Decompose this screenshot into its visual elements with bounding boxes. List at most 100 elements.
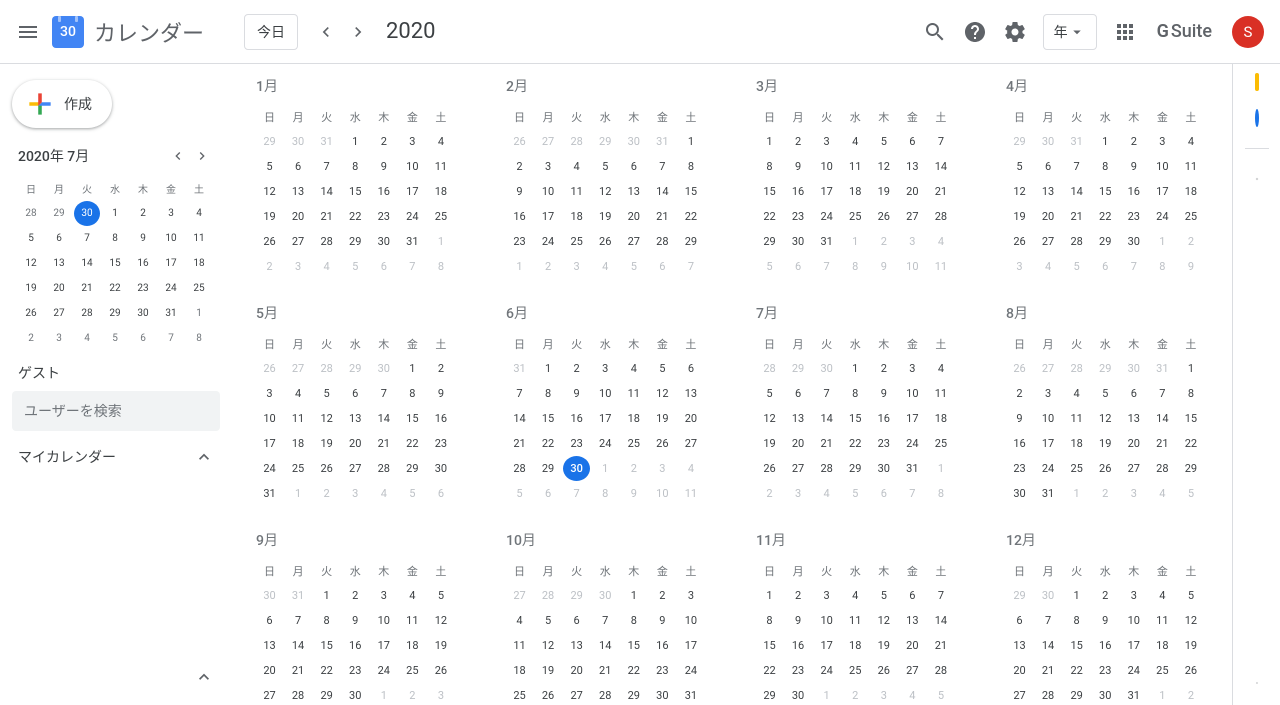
day-cell[interactable]: 15 [342,179,369,204]
day-cell[interactable]: 7 [813,254,840,279]
day-cell[interactable]: 12 [649,381,676,406]
day-cell[interactable]: 17 [1035,431,1062,456]
day-cell[interactable]: 29 [256,129,283,154]
day-cell[interactable]: 20 [1035,204,1062,229]
day-cell[interactable]: 3 [370,583,397,608]
day-cell[interactable]: 31 [1120,683,1147,705]
day-cell[interactable]: 3 [1006,254,1033,279]
day-cell[interactable]: 1 [535,356,562,381]
day-cell[interactable]: 30 [649,683,676,705]
day-cell[interactable]: 5 [1177,583,1204,608]
day-cell[interactable]: 9 [870,254,897,279]
day-cell[interactable]: 7 [899,481,926,506]
day-cell[interactable]: 10 [1149,154,1176,179]
day-cell[interactable]: 15 [756,179,783,204]
day-cell[interactable]: 16 [870,406,897,431]
day-cell[interactable]: 27 [785,456,812,481]
day-cell[interactable]: 25 [842,204,869,229]
day-cell[interactable]: 4 [370,481,397,506]
day-cell[interactable]: 4 [1149,583,1176,608]
day-cell[interactable]: 21 [1063,204,1090,229]
day-cell[interactable]: 28 [927,204,954,229]
day-cell[interactable]: 3 [399,129,426,154]
day-cell[interactable]: 4 [842,583,869,608]
day-cell[interactable]: 2 [399,683,426,705]
day-cell[interactable]: 26 [256,229,283,254]
day-cell[interactable]: 30 [256,583,283,608]
mini-day-cell[interactable]: 20 [46,276,72,301]
mini-day-cell[interactable]: 10 [158,226,184,251]
day-cell[interactable]: 24 [592,431,619,456]
keep-button[interactable] [1247,72,1267,92]
day-cell[interactable]: 14 [1063,179,1090,204]
mini-day-cell[interactable]: 30 [130,301,156,326]
mini-day-cell[interactable]: 5 [18,226,44,251]
day-cell[interactable]: 4 [1177,129,1204,154]
day-cell[interactable]: 19 [1092,431,1119,456]
day-cell[interactable]: 5 [756,381,783,406]
day-cell[interactable]: 27 [1006,683,1033,705]
day-cell[interactable]: 31 [285,583,312,608]
day-cell[interactable]: 4 [620,356,647,381]
day-cell[interactable]: 19 [313,431,340,456]
day-cell[interactable]: 3 [535,154,562,179]
day-cell[interactable]: 6 [899,583,926,608]
day-cell[interactable]: 7 [927,129,954,154]
day-cell[interactable]: 18 [563,204,590,229]
hide-panel-button[interactable] [1247,673,1267,693]
day-cell[interactable]: 28 [813,456,840,481]
day-cell[interactable]: 14 [285,633,312,658]
day-cell[interactable]: 21 [506,431,533,456]
day-cell[interactable]: 15 [1092,179,1119,204]
day-cell[interactable]: 14 [592,633,619,658]
day-cell[interactable]: 17 [677,633,704,658]
day-cell[interactable]: 16 [785,179,812,204]
day-cell[interactable]: 28 [1063,356,1090,381]
day-cell[interactable]: 8 [427,254,454,279]
day-cell[interactable]: 28 [1035,683,1062,705]
day-cell[interactable]: 1 [313,583,340,608]
day-cell[interactable]: 16 [506,204,533,229]
day-cell[interactable]: 6 [256,608,283,633]
day-cell[interactable]: 28 [1149,456,1176,481]
day-cell[interactable]: 27 [899,658,926,683]
day-cell[interactable]: 16 [1092,633,1119,658]
prev-year-button[interactable] [310,16,342,48]
day-cell[interactable]: 14 [313,179,340,204]
day-cell[interactable]: 17 [370,633,397,658]
day-cell[interactable]: 10 [899,254,926,279]
create-button[interactable]: 作成 [12,80,112,128]
day-cell[interactable]: 10 [649,481,676,506]
day-cell[interactable]: 8 [399,381,426,406]
day-cell[interactable]: 3 [256,381,283,406]
day-cell[interactable]: 2 [342,583,369,608]
day-cell[interactable]: 22 [342,204,369,229]
mini-day-cell[interactable]: 17 [158,251,184,276]
day-cell[interactable]: 14 [927,154,954,179]
day-cell[interactable]: 8 [927,481,954,506]
day-cell[interactable]: 9 [1177,254,1204,279]
day-cell[interactable]: 25 [1063,456,1090,481]
day-cell[interactable]: 30 [1092,683,1119,705]
day-cell[interactable]: 17 [399,179,426,204]
day-cell[interactable]: 22 [620,658,647,683]
day-cell[interactable]: 19 [535,658,562,683]
day-cell[interactable]: 8 [313,608,340,633]
day-cell[interactable]: 28 [506,456,533,481]
day-cell[interactable]: 5 [256,154,283,179]
day-cell[interactable]: 7 [399,254,426,279]
day-cell[interactable]: 30 [427,456,454,481]
day-cell[interactable]: 20 [620,204,647,229]
day-cell[interactable]: 23 [506,229,533,254]
day-cell[interactable]: 25 [563,229,590,254]
mini-day-cell[interactable]: 8 [102,226,128,251]
day-cell[interactable]: 9 [1120,154,1147,179]
day-cell[interactable]: 9 [563,381,590,406]
day-cell[interactable]: 5 [313,381,340,406]
day-cell[interactable]: 31 [1149,356,1176,381]
day-cell[interactable]: 11 [427,154,454,179]
day-cell[interactable]: 6 [427,481,454,506]
day-cell[interactable]: 8 [620,608,647,633]
day-cell[interactable]: 13 [285,179,312,204]
day-cell[interactable]: 24 [535,229,562,254]
